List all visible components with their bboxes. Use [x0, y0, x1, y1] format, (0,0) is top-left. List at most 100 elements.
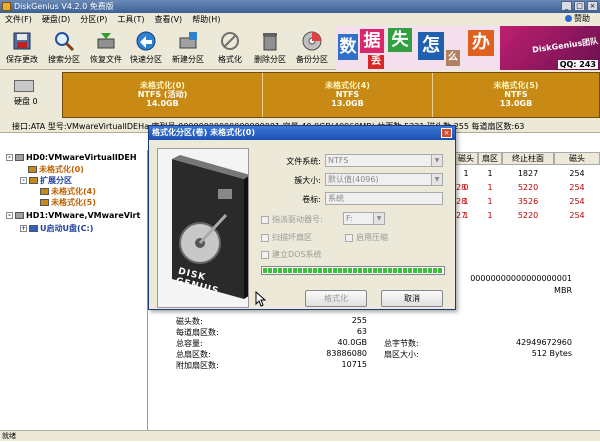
collapse-icon[interactable]: - — [6, 154, 13, 161]
menu-disk[interactable]: 硬盘(D) — [37, 14, 75, 25]
fs-label: 文件系统: — [286, 157, 321, 166]
stat-label: 磁头数: — [176, 317, 203, 326]
backup-partition-button[interactable]: 备份分区 — [294, 28, 330, 68]
partition-segment[interactable]: 未格式化(0) NTFS (活动) 14.0GB — [63, 73, 263, 117]
save-icon — [11, 30, 33, 52]
recover-icon — [95, 30, 117, 52]
format-dialog: 格式化分区(卷) 未格式化(0) × DISK GENIUS 文件系统: NTF… — [148, 125, 456, 310]
stat-value: 83886080 — [326, 349, 367, 358]
harddisk-icon — [15, 154, 24, 161]
partition-icon — [40, 188, 49, 195]
quick-partition-icon — [135, 30, 157, 52]
column-header[interactable]: 磁头 — [554, 152, 600, 165]
checkbox-box — [261, 215, 269, 224]
menu-file[interactable]: 文件(F) — [0, 14, 37, 25]
partition-segment[interactable]: 未格式化(5) NTFS 13.0GB — [433, 73, 599, 117]
new-partition-button[interactable]: 新建分区 — [170, 28, 206, 68]
dialog-close-button[interactable]: × — [441, 128, 452, 138]
stat-label: 总扇区数: — [176, 350, 211, 359]
tree-item-hd0[interactable]: - HD0:VMwareVirtualIDEH — [6, 153, 137, 162]
recover-files-button[interactable]: 恢复文件 — [88, 28, 124, 68]
chevron-down-icon: ▼ — [431, 174, 442, 185]
tree-item-usb[interactable]: + U启动U盘(C:) — [20, 223, 93, 234]
scan-bad-sectors-checkbox[interactable]: 扫描坏扇区 — [261, 232, 312, 243]
stat-label: 总容量: — [176, 339, 203, 348]
menu-tools[interactable]: 工具(T) — [112, 14, 149, 25]
cell-partial: 28 — [456, 183, 467, 192]
banner-char: 丢 — [368, 55, 384, 69]
menu-bar: 文件(F) 硬盘(D) 分区(P) 工具(T) 查看(V) 帮助(H) 赞助 — [0, 13, 600, 26]
quick-partition-button[interactable]: 快速分区 — [128, 28, 164, 68]
mouse-cursor-icon — [255, 291, 267, 307]
search-partition-button[interactable]: 搜索分区 — [46, 28, 82, 68]
assign-drive-checkbox[interactable]: 指派驱动器号: — [261, 214, 323, 225]
cell-partial: 27 — [456, 211, 467, 220]
tree-item-hd1[interactable]: - HD1:VMware,VMwareVirt — [6, 211, 140, 220]
table-row[interactable]: 0 1 5220 254 — [454, 181, 600, 195]
usb-drive-icon — [29, 225, 38, 232]
partition-icon — [29, 177, 38, 184]
sponsor-link[interactable]: 赞助 — [565, 13, 590, 24]
format-button[interactable]: 格式化 — [305, 290, 367, 307]
table-row[interactable]: 1 1 1827 254 — [454, 167, 600, 181]
maximize-button[interactable]: □ — [574, 1, 585, 11]
create-dos-checkbox[interactable]: 建立DOS系统 — [261, 249, 322, 260]
banner-char: 失 — [388, 28, 412, 52]
banner-qq: QQ: 243 — [557, 60, 598, 69]
partition-icon — [40, 199, 49, 206]
stat-label: 扇区大小: — [384, 350, 419, 359]
tree-item-partition-0[interactable]: 未格式化(0) — [28, 164, 84, 175]
column-header[interactable]: 磁头 — [454, 152, 478, 165]
disk-serial-value: 00000000000000000001 — [470, 274, 572, 283]
expand-icon[interactable]: + — [20, 225, 27, 232]
volume-label-label: 卷标: — [302, 195, 321, 204]
volume-label-input[interactable]: 系统 — [325, 192, 443, 205]
app-icon — [2, 2, 11, 11]
menu-help[interactable]: 帮助(H) — [187, 14, 225, 25]
tree-item-extended[interactable]: - 扩展分区 — [20, 175, 72, 186]
window-title: DiskGenius V4.2.0 免费版 — [14, 2, 114, 11]
drive-letter-select[interactable]: F: ▼ — [343, 212, 385, 225]
progress-fill — [263, 268, 443, 273]
minimize-button[interactable]: _ — [561, 1, 572, 11]
dialog-title: 格式化分区(卷) 未格式化(0) — [149, 126, 455, 140]
checkbox-box — [261, 250, 269, 259]
banner-char: 据 — [360, 29, 384, 53]
harddisk-icon — [15, 212, 24, 219]
save-changes-button[interactable]: 保存更改 — [4, 28, 40, 68]
column-header[interactable]: 扇区 — [478, 152, 502, 165]
partition-segment[interactable]: 未格式化(4) NTFS 13.0GB — [263, 73, 433, 117]
enable-compression-checkbox[interactable]: 启用压缩 — [345, 232, 388, 243]
cluster-label: 簇大小: — [294, 176, 321, 185]
stat-value: 42949672960 — [516, 338, 572, 347]
cluster-size-select[interactable]: 默认值(4096) ▼ — [325, 173, 443, 186]
disk-genius-logo-image: DISK GENIUS — [157, 148, 249, 308]
collapse-icon[interactable]: - — [20, 177, 27, 184]
table-row[interactable]: 1 1 5220 254 — [454, 209, 600, 223]
new-partition-icon — [177, 30, 199, 52]
title-bar: DiskGenius V4.2.0 免费版 _ □ × — [0, 0, 600, 13]
menu-view[interactable]: 查看(V) — [149, 14, 187, 25]
tree-item-partition-5[interactable]: 未格式化(5) — [40, 197, 96, 208]
promo-banner[interactable]: 数 据 丢 失 怎 么 办 DiskGenius团队 QQ: 243 — [336, 26, 600, 70]
delete-partition-button[interactable]: 删除分区 — [252, 28, 288, 68]
banner-char: 么 — [446, 50, 460, 66]
format-button[interactable]: 格式化 — [212, 28, 248, 68]
stat-label: 每道扇区数: — [176, 328, 219, 337]
checkbox-box — [345, 233, 353, 242]
stat-label: 附加扇区数: — [176, 361, 219, 370]
column-header[interactable]: 终止柱面 — [502, 152, 554, 165]
cancel-button[interactable]: 取消 — [381, 290, 443, 307]
chevron-down-icon: ▼ — [373, 213, 384, 224]
banner-char: 办 — [468, 30, 494, 56]
stat-value: 40.0GB — [337, 338, 368, 347]
menu-partition[interactable]: 分区(P) — [75, 14, 112, 25]
tree-item-partition-4[interactable]: 未格式化(4) — [40, 186, 96, 197]
status-bar: 就绪 — [0, 430, 600, 441]
stat-value: 10715 — [341, 360, 367, 369]
close-button[interactable]: × — [587, 1, 598, 11]
filesystem-select[interactable]: NTFS ▼ — [325, 154, 443, 167]
collapse-icon[interactable]: - — [6, 212, 13, 219]
chevron-down-icon: ▼ — [431, 155, 442, 166]
table-row[interactable]: 1 1 3526 254 — [454, 195, 600, 209]
